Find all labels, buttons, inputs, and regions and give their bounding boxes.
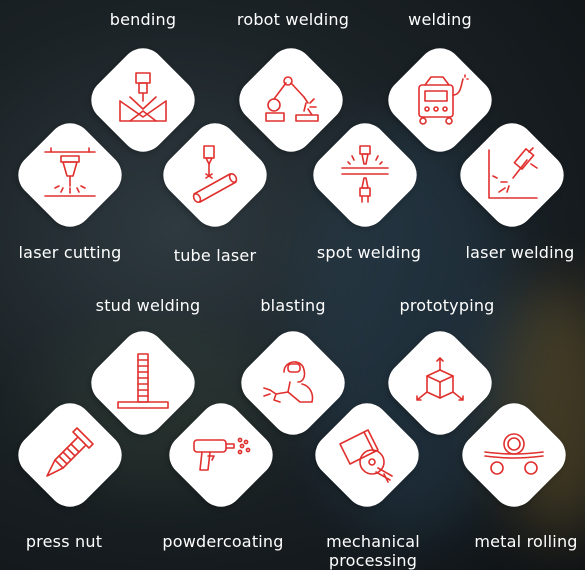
tile-mechanical-processing[interactable] (306, 394, 428, 516)
label-welding: welding (408, 10, 472, 29)
tile-laser-welding[interactable] (451, 114, 573, 236)
tile-powdercoating[interactable] (160, 394, 282, 516)
laser-cutting-icon (44, 147, 96, 197)
tile-spot-welding[interactable] (304, 114, 426, 236)
label-spot-welding: spot welding (316, 243, 422, 262)
metal-rolling-icon (484, 433, 544, 475)
tile-press-nut[interactable] (9, 394, 131, 516)
spot-welding-icon (341, 145, 389, 203)
mechanical-processing-icon (339, 429, 393, 483)
laser-welding-icon (488, 147, 538, 199)
label-press-nut: press nut (25, 532, 103, 551)
tube-laser-icon (192, 145, 238, 203)
label-blasting: blasting (260, 296, 326, 315)
label-mechanical-line2: processing (328, 551, 418, 570)
press-nut-icon (46, 427, 94, 477)
label-laser-welding: laser welding (465, 243, 575, 262)
powdercoating-icon (193, 437, 251, 471)
label-tube-laser: tube laser (173, 246, 257, 265)
label-powdercoating: powdercoating (162, 532, 284, 551)
tile-metal-rolling[interactable] (453, 394, 575, 516)
label-robot-welding: robot welding (236, 10, 350, 29)
label-prototyping: prototyping (399, 296, 495, 315)
tile-laser-cutting[interactable] (9, 114, 131, 236)
label-mechanical-processing: mechanical processing (326, 532, 420, 570)
label-mechanical-line1: mechanical (326, 532, 420, 551)
label-bending: bending (109, 10, 177, 29)
label-laser-cutting: laser cutting (18, 243, 122, 262)
label-metal-rolling: metal rolling (474, 532, 578, 551)
tile-tube-laser[interactable] (154, 114, 276, 236)
label-stud-welding: stud welding (95, 296, 201, 315)
